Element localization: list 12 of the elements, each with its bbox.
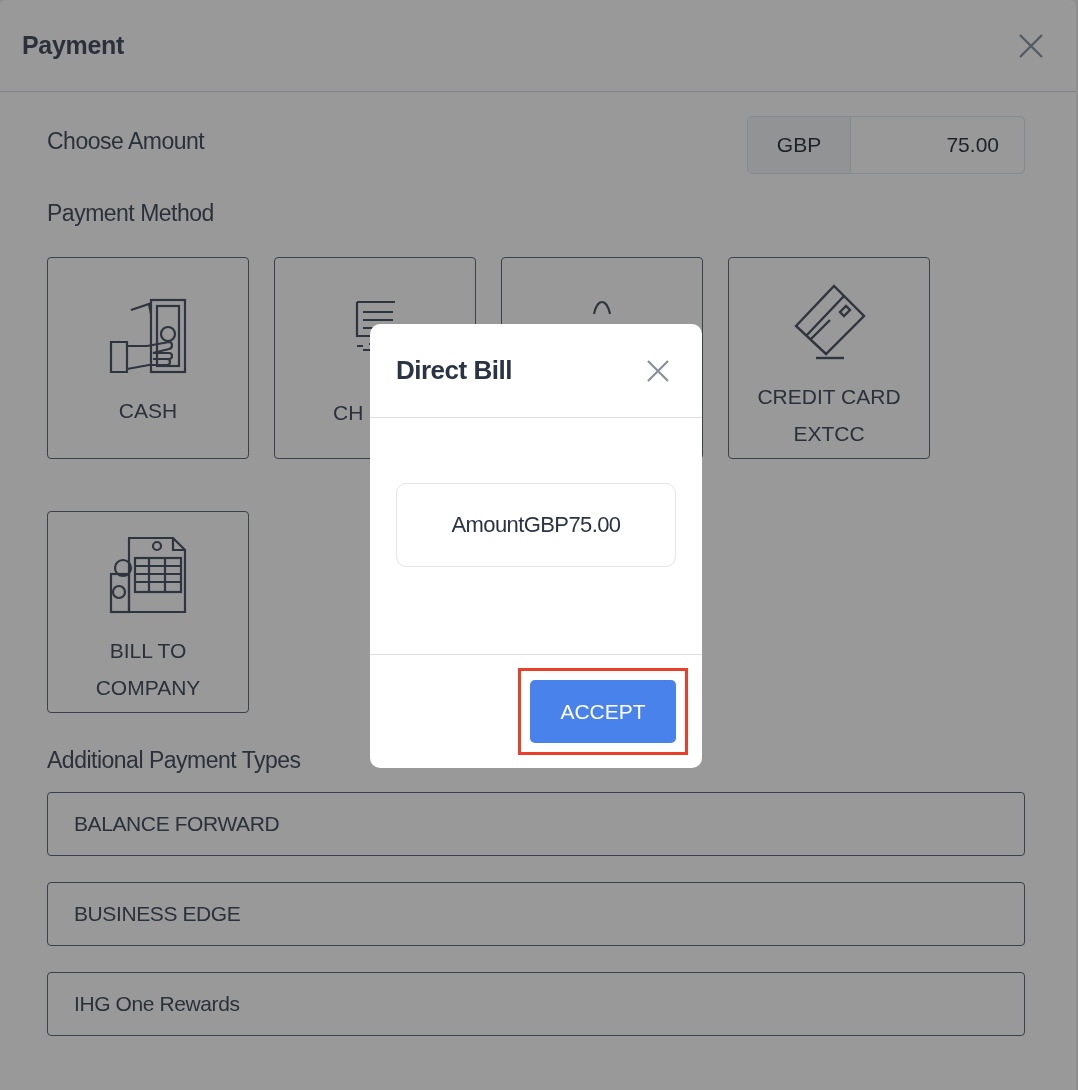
currency-label: GBP <box>748 117 851 173</box>
tile-label: BILL TO COMPANY <box>94 638 202 701</box>
section-label: Additional Payment Types <box>47 747 302 774</box>
tile-label: CASH <box>118 398 178 424</box>
tile-label: CH <box>333 400 364 426</box>
amount-value: 75.00 <box>945 132 1000 158</box>
window-title: Payment <box>22 31 125 60</box>
amount-summary: AmountGBP75.00 <box>396 483 676 567</box>
tile-label: CREDIT CARD EXTCC <box>756 384 902 447</box>
section-label: Choose Amount <box>47 128 205 155</box>
section-label: Payment Method <box>47 200 215 227</box>
dialog-title: Direct Bill <box>396 355 512 386</box>
